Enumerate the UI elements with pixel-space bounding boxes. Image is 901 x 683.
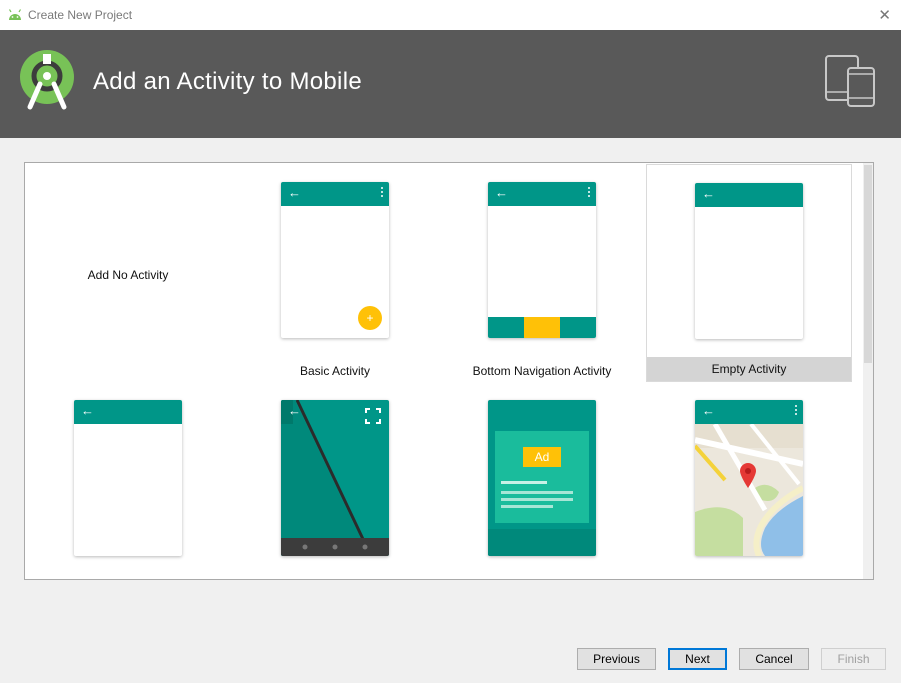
page-title: Add an Activity to Mobile	[93, 68, 362, 95]
back-arrow-icon: ←	[495, 185, 508, 200]
ad-badge: Ad	[523, 447, 561, 467]
overflow-menu-icon	[795, 405, 798, 417]
cancel-button[interactable]: Cancel	[739, 648, 809, 670]
template-label: Bottom Navigation Activity	[472, 364, 612, 378]
android-studio-logo	[20, 50, 74, 110]
template-admob-ads-activity[interactable]: Ad	[439, 383, 645, 579]
scrollbar-thumb[interactable]	[864, 165, 872, 363]
template-preview: ←	[695, 400, 803, 556]
back-arrow-icon: ←	[288, 185, 301, 200]
previous-button[interactable]: Previous	[577, 648, 656, 670]
template-preview: ←	[281, 400, 389, 556]
template-bottom-navigation-activity[interactable]: ← Bottom Navigation Activity	[439, 163, 645, 381]
template-fullscreen-activity[interactable]: ←	[232, 383, 438, 579]
window-titlebar: Create New Project ✕	[0, 0, 901, 30]
fab-icon: +	[358, 306, 382, 330]
back-arrow-icon: ←	[702, 403, 715, 418]
template-preview: ←	[488, 182, 596, 338]
gallery-scrollbar[interactable]	[863, 163, 873, 579]
ad-bottom-strip	[488, 529, 596, 556]
template-google-maps-activity[interactable]: ←	[646, 383, 852, 579]
back-arrow-icon: ←	[81, 403, 94, 418]
back-arrow-icon: ←	[702, 186, 715, 201]
ad-text-line	[501, 491, 573, 494]
template-label: Empty Activity	[647, 357, 851, 381]
overflow-menu-icon	[588, 187, 591, 199]
overflow-menu-icon	[381, 187, 384, 199]
map-pin-icon	[740, 463, 756, 488]
window-title: Create New Project	[28, 8, 133, 22]
finish-button: Finish	[821, 648, 886, 670]
template-preview: ← +	[281, 182, 389, 338]
next-button[interactable]: Next	[668, 648, 727, 670]
template-preview: ←	[695, 183, 803, 339]
template-preview: Ad	[488, 400, 596, 556]
back-arrow-icon: ←	[288, 403, 301, 418]
android-icon	[8, 9, 22, 20]
template-label: Add No Activity	[87, 268, 169, 282]
template-gallery: Add No Activity ← + Basic Activity ← Bot…	[24, 162, 874, 580]
fullscreen-expand-icon	[365, 408, 381, 424]
close-icon[interactable]: ✕	[878, 6, 891, 24]
ad-text-line	[501, 481, 547, 484]
template-basic-activity[interactable]: ← + Basic Activity	[232, 163, 438, 381]
template-label: Basic Activity	[299, 364, 371, 378]
template-preview: ←	[74, 400, 182, 556]
wizard-header: Add an Activity to Mobile	[0, 30, 901, 138]
bottom-navigation-bar	[488, 317, 596, 338]
ad-card: Ad	[495, 431, 589, 523]
devices-icon	[825, 55, 875, 107]
ad-text-line	[501, 505, 553, 508]
template-add-no-activity[interactable]: Add No Activity	[25, 163, 231, 381]
template-blank-with-appbar[interactable]: ←	[25, 383, 231, 579]
template-empty-activity[interactable]: ← Empty Activity	[646, 164, 852, 382]
bottom-nav-selected-item	[524, 317, 560, 338]
ad-text-line	[501, 498, 573, 501]
